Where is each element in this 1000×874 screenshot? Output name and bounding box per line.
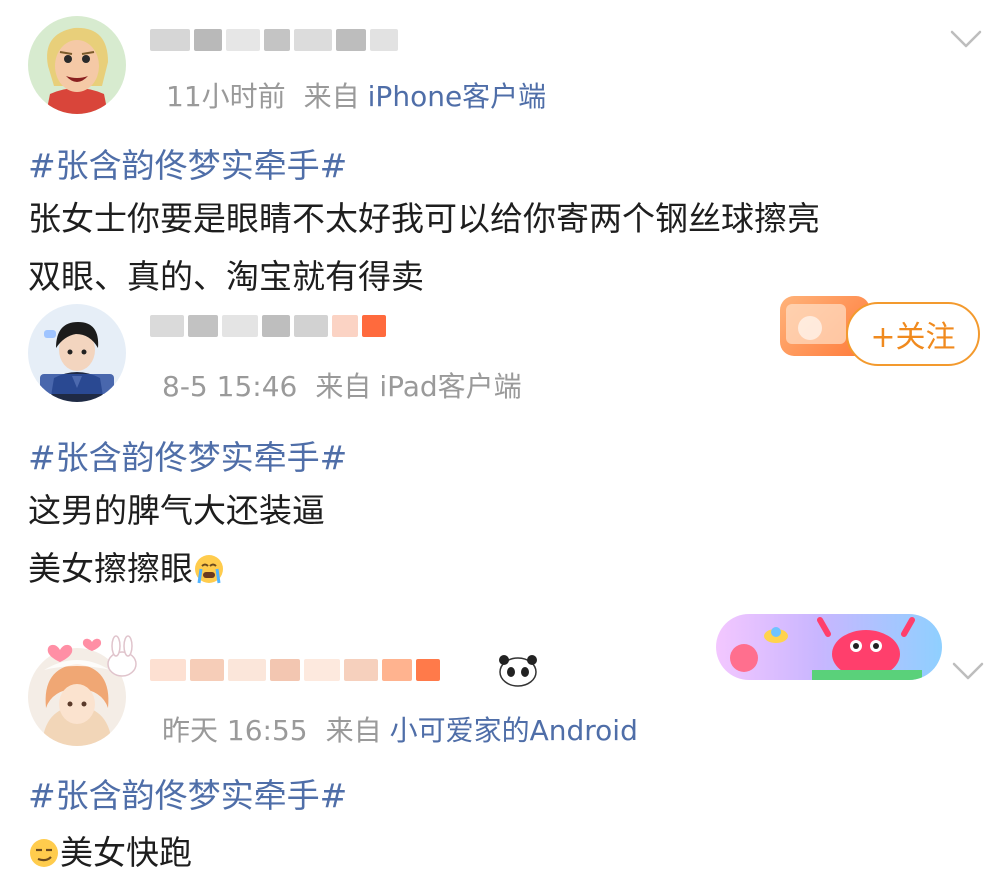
post-body: 美女快跑 bbox=[28, 824, 192, 874]
source-label: 来自 bbox=[325, 714, 382, 747]
post-time: 昨天 16:55 bbox=[162, 714, 308, 747]
topic-hashtag[interactable]: #张含韵佟梦实牵手# bbox=[28, 774, 347, 818]
chevron-down-icon[interactable] bbox=[948, 20, 984, 56]
chevron-down-icon[interactable] bbox=[950, 652, 986, 688]
user-avatar[interactable] bbox=[28, 304, 126, 402]
post-time: 11小时前 bbox=[166, 80, 286, 113]
post-body: 张女士你要是眼睛不太好我可以给你寄两个钢丝球擦亮 双眼、真的、淘宝就有得卖 bbox=[28, 190, 820, 306]
client-link[interactable]: 小可爱家的Android bbox=[390, 714, 638, 747]
event-banner-image[interactable] bbox=[716, 614, 942, 680]
smirking-face-emoji bbox=[30, 839, 58, 867]
post-body: 这男的脾气大还装逼 美女擦擦眼 bbox=[28, 482, 325, 598]
username-blurred[interactable] bbox=[150, 644, 444, 696]
username-blurred[interactable] bbox=[150, 300, 390, 352]
body-line: 美女擦擦眼 bbox=[28, 540, 325, 598]
body-line-text: 美女快跑 bbox=[60, 833, 192, 872]
client-link[interactable]: iPhone客户端 bbox=[368, 80, 547, 113]
post-meta: 8-5 15:46 来自 iPad客户端 bbox=[162, 370, 522, 404]
topic-hashtag[interactable]: #张含韵佟梦实牵手# bbox=[28, 144, 347, 188]
crying-face-emoji bbox=[195, 555, 223, 584]
heart-bunny-decoration bbox=[47, 635, 137, 677]
post-meta: 11小时前 来自 iPhone客户端 bbox=[166, 80, 546, 114]
body-line: 张女士你要是眼睛不太好我可以给你寄两个钢丝球擦亮 bbox=[28, 199, 820, 238]
body-line: 双眼、真的、淘宝就有得卖 bbox=[28, 257, 424, 296]
comment-feed: 11小时前 来自 iPhone客户端 #张含韵佟梦实牵手# 张女士你要是眼睛不太好我… bbox=[0, 0, 1000, 874]
source-label: 来自 bbox=[315, 370, 372, 403]
panda-icon bbox=[499, 655, 537, 687]
post-time: 8-5 15:46 bbox=[162, 370, 298, 403]
source-label: 来自 bbox=[303, 80, 360, 113]
body-line: 这男的脾气大还装逼 bbox=[28, 491, 325, 530]
body-line: 美女快跑 bbox=[28, 824, 192, 874]
username-blurred[interactable] bbox=[150, 14, 402, 66]
follow-button[interactable]: +关注 bbox=[846, 302, 980, 366]
client-link[interactable]: iPad客户端 bbox=[379, 370, 521, 403]
body-line-text: 美女擦擦眼 bbox=[28, 549, 193, 588]
topic-hashtag[interactable]: #张含韵佟梦实牵手# bbox=[28, 436, 347, 480]
user-avatar[interactable] bbox=[28, 16, 126, 114]
post-meta: 昨天 16:55 来自 小可爱家的Android bbox=[162, 714, 638, 748]
